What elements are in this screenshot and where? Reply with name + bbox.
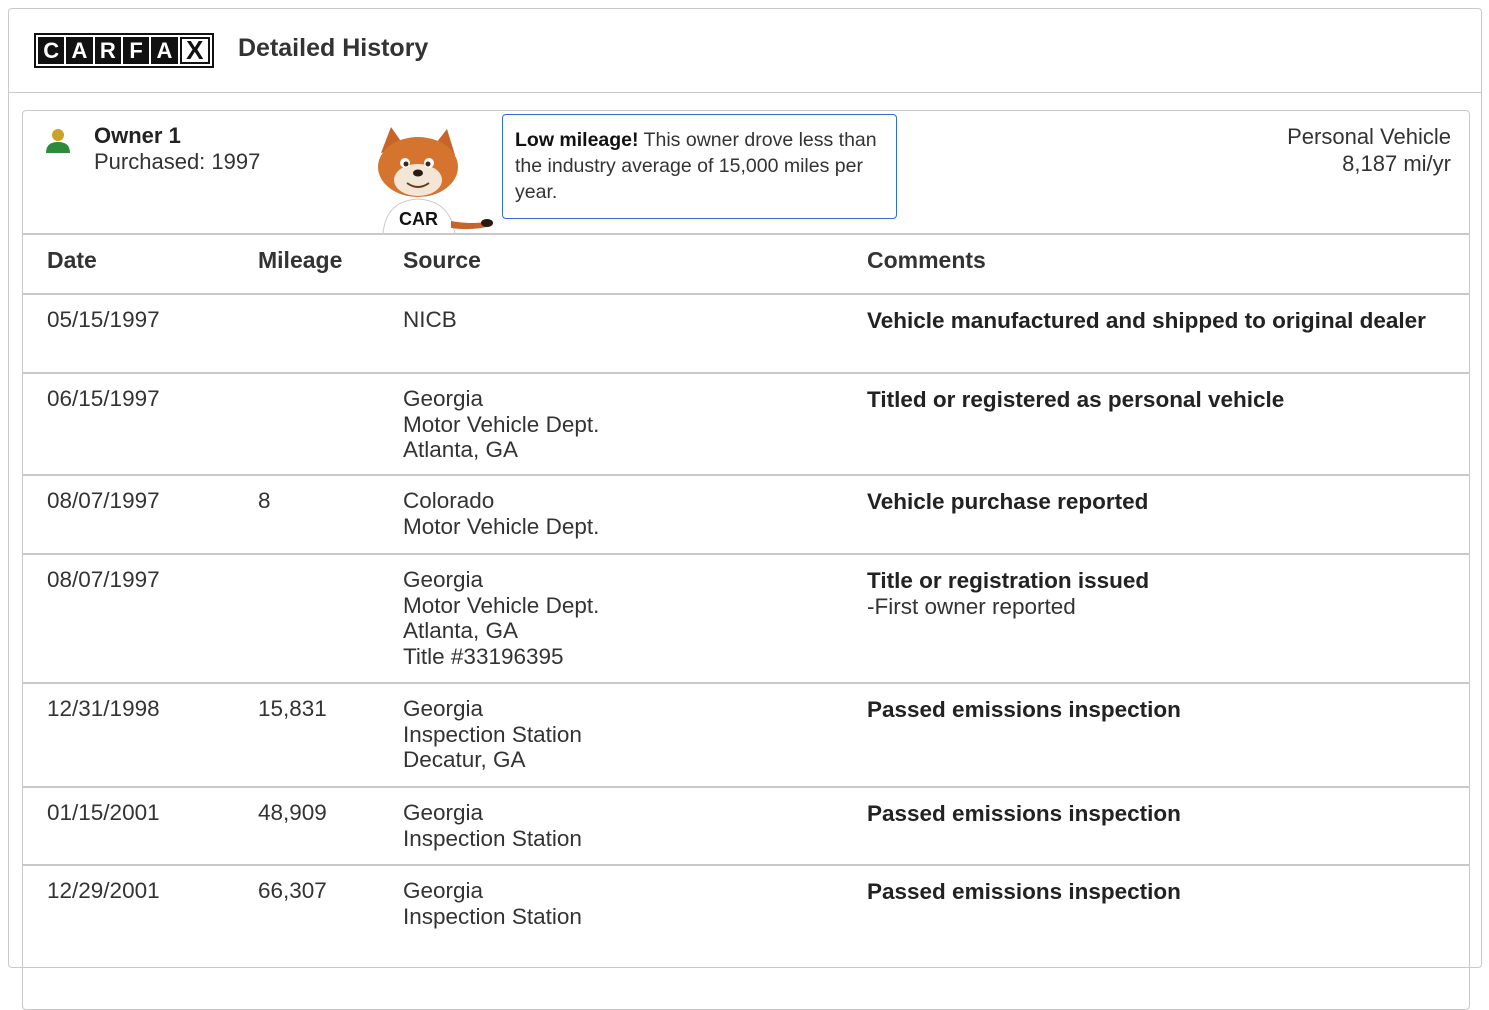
vehicle-type-info: Personal Vehicle 8,187 mi/yr bbox=[1287, 123, 1451, 177]
row-comment: Titled or registered as personal vehicle bbox=[867, 386, 1427, 413]
source-line: Colorado bbox=[403, 488, 495, 513]
row-source: Georgia Motor Vehicle Dept. Atlanta, GA … bbox=[403, 567, 599, 669]
row-date: 01/15/2001 bbox=[47, 800, 160, 825]
table-header: Date Mileage Source Comments bbox=[23, 235, 1469, 295]
table-row: 12/31/1998 15,831 Georgia Inspection Sta… bbox=[23, 684, 1469, 788]
vehicle-type: Personal Vehicle bbox=[1287, 124, 1451, 149]
row-source: Colorado Motor Vehicle Dept. bbox=[403, 488, 599, 539]
logo-letter-a2: A bbox=[151, 37, 178, 64]
svg-text:CAR: CAR bbox=[399, 209, 438, 229]
logo-letter-x: X bbox=[179, 35, 210, 65]
row-comment: Passed emissions inspection bbox=[867, 696, 1427, 723]
low-mileage-callout: Low mileage! This owner drove less than … bbox=[502, 114, 897, 219]
table-row: 08/07/1997 Georgia Motor Vehicle Dept. A… bbox=[23, 555, 1469, 684]
source-line: Decatur, GA bbox=[403, 747, 526, 772]
row-comment: Title or registration issued -First owne… bbox=[867, 567, 1427, 620]
owner-purchased: Purchased: 1997 bbox=[94, 149, 261, 174]
source-line: Motor Vehicle Dept. bbox=[403, 513, 600, 539]
section-header: C A R F A X Detailed History bbox=[9, 9, 1481, 93]
row-mileage: 8 bbox=[258, 488, 271, 513]
comment-main: Title or registration issued bbox=[867, 568, 1150, 593]
carfox-mascot-icon: CAR bbox=[378, 127, 493, 235]
table-row: 08/07/1997 8 Colorado Motor Vehicle Dept… bbox=[23, 476, 1469, 555]
callout-title: Low mileage! bbox=[515, 129, 639, 151]
source-line: Atlanta, GA bbox=[403, 437, 519, 462]
comment-main: Passed emissions inspection bbox=[867, 879, 1181, 904]
comment-detail: -First owner reported bbox=[867, 594, 1076, 619]
column-header-comments: Comments bbox=[867, 247, 986, 273]
row-date: 08/07/1997 bbox=[47, 567, 160, 592]
comment-main: Vehicle purchase reported bbox=[867, 489, 1149, 514]
person-icon bbox=[46, 129, 70, 153]
source-line: Inspection Station bbox=[403, 825, 582, 851]
row-date: 12/29/2001 bbox=[47, 878, 160, 903]
logo-letter-r: R bbox=[94, 37, 121, 64]
owner-name: Owner 1 bbox=[94, 123, 181, 148]
row-date: 05/15/1997 bbox=[47, 307, 160, 332]
row-date: 06/15/1997 bbox=[47, 386, 160, 411]
history-table: Date Mileage Source Comments 05/15/1997 … bbox=[23, 233, 1469, 946]
column-header-mileage: Mileage bbox=[258, 247, 343, 273]
owner-card: Owner 1 Purchased: 1997 CAR Low mileage!… bbox=[22, 110, 1470, 1010]
row-comment: Passed emissions inspection bbox=[867, 878, 1427, 905]
table-row: 05/15/1997 NICB Vehicle manufactured and… bbox=[23, 295, 1469, 374]
source-line: Georgia bbox=[403, 386, 484, 411]
row-source: Georgia Inspection Station bbox=[403, 800, 582, 851]
row-source: Georgia Motor Vehicle Dept. Atlanta, GA bbox=[403, 386, 599, 463]
carfax-logo: C A R F A X bbox=[34, 33, 214, 68]
row-date: 08/07/1997 bbox=[47, 488, 160, 513]
logo-letter-c: C bbox=[38, 37, 65, 64]
row-source: NICB bbox=[403, 307, 457, 333]
row-date: 12/31/1998 bbox=[47, 696, 160, 721]
table-row: 01/15/2001 48,909 Georgia Inspection Sta… bbox=[23, 788, 1469, 866]
source-line: Georgia bbox=[403, 696, 484, 721]
source-line: Georgia bbox=[403, 878, 484, 903]
row-mileage: 48,909 bbox=[258, 800, 327, 825]
row-comment: Vehicle purchase reported bbox=[867, 488, 1427, 515]
source-line: Motor Vehicle Dept. bbox=[403, 411, 600, 437]
column-header-date: Date bbox=[47, 247, 97, 273]
mileage-rate: 8,187 mi/yr bbox=[1342, 151, 1451, 176]
source-line: Georgia bbox=[403, 567, 484, 592]
row-comment: Vehicle manufactured and shipped to orig… bbox=[867, 307, 1427, 334]
page-title: Detailed History bbox=[238, 34, 429, 62]
detailed-history-panel: C A R F A X Detailed History Owner 1 Pur… bbox=[8, 8, 1482, 1010]
comment-main: Passed emissions inspection bbox=[867, 801, 1181, 826]
comment-main: Titled or registered as personal vehicle bbox=[867, 387, 1285, 412]
row-source: Georgia Inspection Station bbox=[403, 878, 582, 929]
table-row: 12/29/2001 66,307 Georgia Inspection Sta… bbox=[23, 866, 1469, 946]
source-line: Atlanta, GA bbox=[403, 618, 519, 643]
comment-main: Vehicle manufactured and shipped to orig… bbox=[867, 308, 1426, 333]
logo-letter-f: F bbox=[122, 37, 150, 64]
source-line: Title #33196395 bbox=[403, 643, 564, 669]
table-row: 06/15/1997 Georgia Motor Vehicle Dept. A… bbox=[23, 374, 1469, 476]
row-comment: Passed emissions inspection bbox=[867, 800, 1427, 827]
row-mileage: 15,831 bbox=[258, 696, 327, 721]
row-mileage: 66,307 bbox=[258, 878, 327, 903]
logo-letter-a: A bbox=[66, 37, 93, 64]
source-line: Inspection Station bbox=[403, 721, 582, 747]
column-header-source: Source bbox=[403, 247, 481, 273]
source-line: Motor Vehicle Dept. bbox=[403, 592, 600, 618]
source-line: NICB bbox=[403, 307, 457, 332]
comment-main: Passed emissions inspection bbox=[867, 697, 1181, 722]
source-line: Georgia bbox=[403, 800, 484, 825]
source-line: Inspection Station bbox=[403, 903, 582, 929]
row-source: Georgia Inspection Station Decatur, GA bbox=[403, 696, 582, 773]
